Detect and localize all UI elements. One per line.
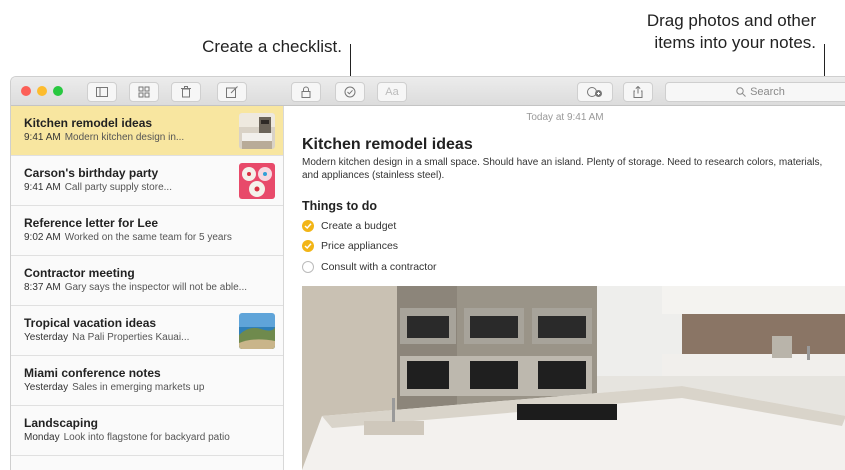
checklist-item: Consult with a contractor	[302, 259, 437, 275]
kitchen-photo[interactable]	[302, 286, 845, 470]
note-timestamp: Today at 9:41 AM	[526, 112, 604, 123]
checkbox-checked-icon[interactable]	[302, 240, 314, 252]
trash-icon	[181, 86, 191, 98]
note-title: Reference letter for Lee	[24, 216, 159, 230]
format-button[interactable]: Aa	[377, 82, 407, 102]
close-button[interactable]	[21, 86, 31, 96]
delete-button[interactable]	[171, 82, 201, 102]
note-editor[interactable]: Today at 9:41 AM Kitchen remodel ideas M…	[284, 106, 845, 470]
callout-drag-photos: Drag photos and other items into your no…	[560, 10, 816, 54]
beach-thumbnail	[239, 313, 275, 349]
callout-drag-line1: Drag photos and other	[646, 11, 816, 30]
checklist-item-label: Price appliances	[321, 240, 399, 252]
note-preview: Yesterday Sales in emerging markets up	[24, 382, 205, 393]
checklist-item: Create a budget	[302, 218, 396, 234]
cupcakes-thumbnail	[239, 163, 275, 199]
list-item[interactable]: Carson's birthday party 9:41 AM Call part…	[11, 156, 283, 206]
note-preview: 9:41 AM Modern kitchen design in...	[24, 132, 185, 143]
kitchen-thumbnail	[239, 113, 275, 149]
new-note-button[interactable]	[217, 82, 247, 102]
callout-drag-line2: items into your notes.	[654, 33, 816, 52]
note-title: Tropical vacation ideas	[24, 316, 157, 330]
toolbar: Aa Search	[11, 77, 845, 106]
sidebar-toggle-button[interactable]	[87, 82, 117, 102]
list-item[interactable]: Kitchen remodel ideas 9:41 AM Modern kitc…	[11, 106, 283, 156]
callout-create-checklist: Create a checklist.	[150, 36, 342, 58]
note-body: Modern kitchen design in a small space. …	[302, 157, 823, 181]
note-preview: Monday Look into flagstone for backyard p…	[24, 432, 230, 443]
grid-icon	[138, 86, 150, 98]
compose-icon	[226, 86, 238, 98]
share-icon	[633, 86, 643, 98]
list-item[interactable]: Landscaping Monday Look into flagstone fo…	[11, 406, 283, 456]
note-title: Carson's birthday party	[24, 166, 159, 180]
list-item[interactable]: Contractor meeting 8:37 AM Gary says the …	[11, 256, 283, 306]
search-field[interactable]: Search	[665, 82, 845, 102]
notes-window: Aa Search Kitchen remodel ideas 9:41 AM M…	[10, 76, 845, 470]
list-item[interactable]: Miami conference notes Yesterday Sales in…	[11, 356, 283, 406]
format-label: Aa	[385, 86, 399, 98]
callout-checklist-text: Create a checklist.	[202, 37, 342, 56]
checklist-icon	[344, 86, 356, 98]
lock-icon	[301, 86, 311, 98]
checkbox-empty-icon[interactable]	[302, 261, 314, 273]
note-heading: Kitchen remodel ideas	[302, 136, 473, 153]
note-title: Contractor meeting	[24, 266, 135, 280]
checklist-item: Price appliances	[302, 238, 398, 254]
lock-button[interactable]	[291, 82, 321, 102]
note-title: Kitchen remodel ideas	[24, 116, 153, 130]
checklist-button[interactable]	[335, 82, 365, 102]
minimize-button[interactable]	[37, 86, 47, 96]
zoom-button[interactable]	[53, 86, 63, 96]
add-people-icon	[587, 87, 602, 97]
checklist-heading: Things to do	[302, 199, 377, 213]
checklist-item-label: Create a budget	[321, 220, 397, 232]
list-item[interactable]: Tropical vacation ideas Yesterday Na Pali…	[11, 306, 283, 356]
note-preview: 9:41 AM Call party supply store...	[24, 182, 172, 193]
checklist-item-label: Consult with a contractor	[321, 261, 437, 273]
notes-list: Kitchen remodel ideas 9:41 AM Modern kitc…	[11, 106, 284, 470]
checkbox-checked-icon[interactable]	[302, 220, 314, 232]
sidebar-icon	[96, 87, 108, 97]
list-item[interactable]: Reference letter for Lee 9:02 AM Worked o…	[11, 206, 283, 256]
add-people-button[interactable]	[577, 82, 613, 102]
note-title: Miami conference notes	[24, 366, 161, 380]
note-preview: 9:02 AM Worked on the same team for 5 yea…	[24, 232, 232, 243]
note-preview: 8:37 AM Gary says the inspector will not …	[24, 282, 248, 293]
gallery-view-button[interactable]	[129, 82, 159, 102]
search-placeholder: Search	[750, 86, 785, 98]
note-title: Landscaping	[24, 416, 99, 430]
search-icon	[736, 87, 746, 97]
share-button[interactable]	[623, 82, 653, 102]
note-preview: Yesterday Na Pali Properties Kauai...	[24, 332, 190, 343]
